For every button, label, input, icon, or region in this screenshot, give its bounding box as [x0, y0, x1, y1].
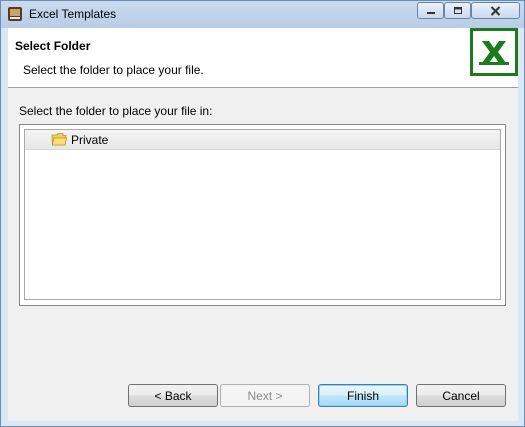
maximize-button[interactable] — [444, 2, 471, 19]
close-icon — [490, 5, 501, 16]
title-bar[interactable]: Excel Templates — [1, 1, 524, 28]
next-button[interactable]: Next > — [220, 384, 310, 407]
app-icon — [8, 7, 22, 21]
restore-icon — [453, 7, 462, 14]
back-button[interactable]: < Back — [128, 384, 218, 407]
folder-item-private[interactable]: Private — [25, 130, 500, 150]
window-title: Excel Templates — [29, 7, 117, 21]
minimize-icon — [426, 11, 435, 14]
dialog-window: Excel Templates Select Folder Select the… — [0, 0, 525, 427]
excel-logo-icon — [470, 28, 518, 76]
folder-select-label: Select the folder to place your file in: — [19, 104, 213, 118]
page-description: Select the folder to place your file. — [23, 63, 204, 77]
folder-label: Private — [71, 133, 109, 147]
folder-icon — [51, 133, 67, 146]
wizard-body: Select the folder to place your file in:… — [8, 88, 518, 421]
minimize-button[interactable] — [417, 2, 444, 19]
cancel-button[interactable]: Cancel — [416, 384, 506, 407]
finish-button[interactable]: Finish — [318, 384, 408, 407]
folder-panel: Private — [19, 124, 506, 306]
folder-tree[interactable]: Private — [24, 129, 501, 300]
page-title: Select Folder — [15, 39, 91, 53]
close-button[interactable] — [471, 2, 520, 19]
wizard-header: Select Folder Select the folder to place… — [8, 28, 518, 88]
